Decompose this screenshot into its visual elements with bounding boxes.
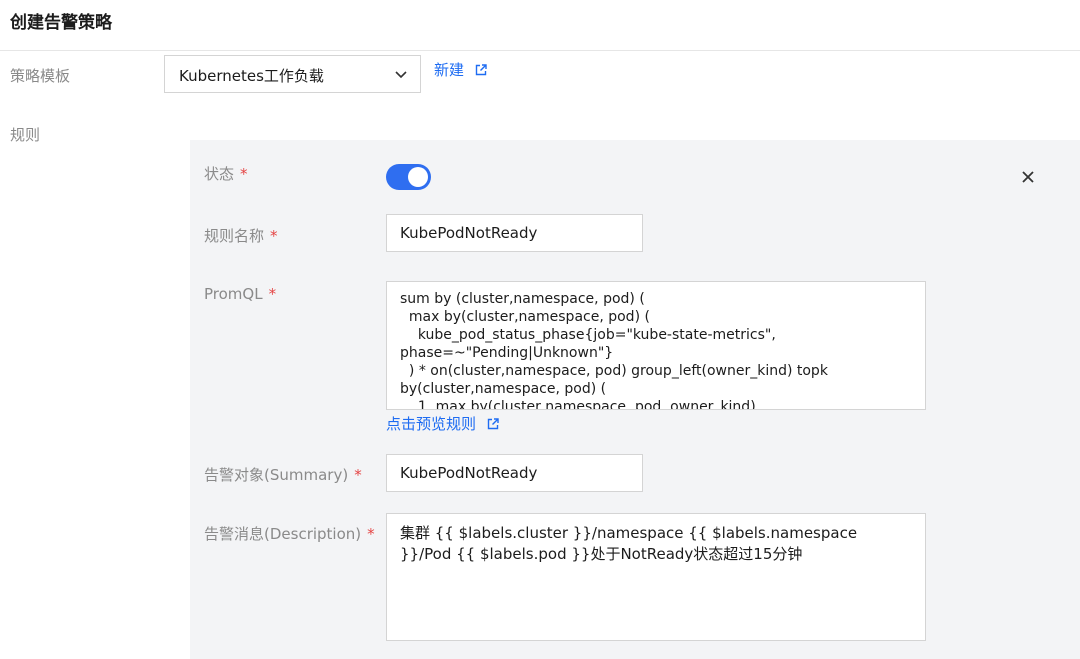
template-select[interactable]: Kubernetes工作负载: [164, 55, 421, 93]
required-mark: *: [270, 227, 278, 245]
new-template-link-label: 新建: [434, 61, 465, 79]
status-label-text: 状态: [204, 165, 235, 183]
description-textarea[interactable]: 集群 {{ $labels.cluster }}/namespace {{ $l…: [386, 513, 926, 641]
template-label: 策略模板: [10, 67, 71, 85]
promql-label-text: PromQL: [204, 285, 263, 303]
required-mark: *: [268, 285, 277, 303]
preview-rule-link-label: 点击预览规则: [386, 415, 477, 433]
external-link-icon: [475, 63, 487, 75]
template-select-value: Kubernetes工作负载: [179, 67, 324, 85]
description-label-text: 告警消息(Description): [204, 525, 362, 543]
chevron-down-icon: [395, 71, 407, 79]
summary-label-text: 告警对象(Summary): [204, 466, 349, 484]
status-toggle[interactable]: [386, 164, 431, 190]
toggle-knob: [408, 167, 428, 187]
status-label: 状态 *: [204, 163, 248, 184]
required-mark: *: [367, 525, 375, 543]
rules-label: 规则: [10, 126, 41, 144]
rule-name-label-text: 规则名称: [204, 227, 265, 245]
rule-name-label: 规则名称 *: [204, 225, 278, 246]
summary-input[interactable]: KubePodNotReady: [386, 454, 643, 492]
page-title: 创建告警策略: [10, 13, 112, 33]
description-label: 告警消息(Description) *: [204, 523, 375, 544]
promql-label: PromQL *: [204, 285, 276, 303]
external-link-icon: [487, 417, 499, 429]
rule-name-input[interactable]: KubePodNotReady: [386, 214, 643, 252]
header-divider: [0, 50, 1080, 51]
new-template-link[interactable]: 新建: [434, 59, 487, 80]
create-alert-policy-page: 创建告警策略 策略模板 Kubernetes工作负载 新建 规则 状态 * 规则名…: [0, 0, 1080, 659]
required-mark: *: [240, 165, 248, 183]
summary-label: 告警对象(Summary) *: [204, 464, 362, 485]
close-icon[interactable]: [1019, 168, 1037, 186]
required-mark: *: [354, 466, 362, 484]
preview-rule-link[interactable]: 点击预览规则: [386, 413, 499, 434]
promql-textarea[interactable]: sum by (cluster,namespace, pod) ( max by…: [386, 281, 926, 410]
